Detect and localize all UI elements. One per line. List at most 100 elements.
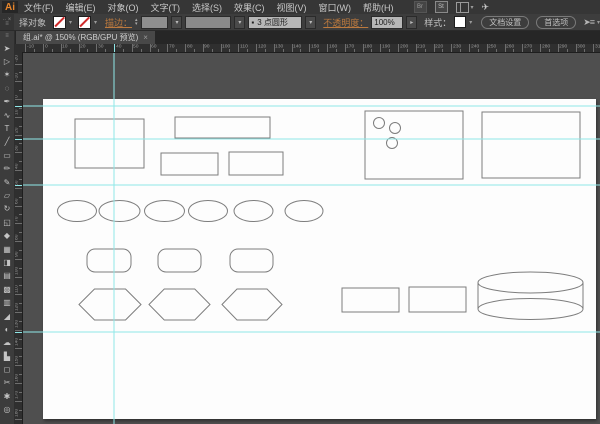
opacity-field[interactable]: 100% [371, 15, 404, 29]
gradient-tool[interactable]: ▥ [0, 296, 14, 309]
rectangle-shape[interactable] [74, 118, 145, 169]
rectangle-shape[interactable] [174, 116, 271, 139]
fill-swatch-none[interactable] [52, 15, 66, 29]
menu-item-7[interactable]: 视图(V) [271, 0, 313, 14]
tools-panel-grip-icon[interactable]: ≡ [5, 30, 9, 42]
stock-icon[interactable]: St [434, 1, 448, 13]
line-segment-tool[interactable]: ╱ [0, 136, 14, 149]
stroke-weight-field[interactable] [140, 15, 169, 29]
stroke-weight-dropdown[interactable]: ▾ [171, 15, 183, 29]
brush-dropdown[interactable]: ▾ [305, 15, 317, 29]
ruler-tick [14, 400, 22, 402]
stroke-panel-link[interactable]: 描边： [105, 16, 132, 29]
ruler-tick [158, 49, 160, 52]
ruler-tick [495, 49, 497, 52]
document-title: 组.ai* @ 150% (RGB/GPU 预览) [23, 32, 139, 42]
preferences-button[interactable]: 首选项 [536, 15, 577, 29]
column-graph-tool[interactable]: ▙ [0, 350, 14, 363]
menu-item-3[interactable]: 对象(O) [102, 0, 145, 14]
rectangle-tool[interactable]: ▭ [0, 149, 14, 162]
rectangle-shape[interactable] [481, 111, 581, 179]
circle-shape[interactable] [373, 117, 385, 129]
perspective-grid-tool[interactable]: ▤ [0, 270, 14, 283]
canvas[interactable] [22, 52, 600, 424]
rounded-rectangle-shape[interactable] [229, 248, 274, 273]
document-tab[interactable]: 组.ai* @ 150% (RGB/GPU 预览) × [16, 30, 155, 44]
menu-item-4[interactable]: 文字(T) [145, 0, 187, 14]
opacity-panel-link[interactable]: 不透明度： [323, 16, 368, 29]
hexagon-shape[interactable] [148, 288, 211, 321]
ellipse-shape[interactable] [98, 200, 141, 222]
menu-item-8[interactable]: 窗口(W) [313, 0, 358, 14]
shape-builder-tool[interactable]: ◨ [0, 256, 14, 269]
rectangle-shape[interactable] [341, 287, 400, 313]
zoom-tool[interactable]: ◎ [0, 404, 14, 417]
circle-shape[interactable] [389, 122, 401, 134]
type-tool[interactable]: T [0, 122, 14, 135]
stroke-weight-stepper[interactable]: ▴ ▾ [135, 18, 138, 27]
ellipse-shape[interactable] [284, 200, 324, 222]
share-icon[interactable]: ✈ [482, 2, 490, 13]
width-profile-field[interactable] [185, 15, 232, 29]
chevron-down-icon[interactable]: ▾ [69, 19, 72, 26]
width-tool[interactable]: ◆ [0, 229, 14, 242]
ellipse-shape[interactable] [188, 200, 228, 222]
hexagon-shape[interactable] [78, 288, 142, 321]
stroke-swatch-none[interactable] [77, 15, 91, 29]
tab-close-icon[interactable]: × [143, 33, 148, 42]
menu-item-2[interactable]: 编辑(E) [60, 0, 102, 14]
vertical-ruler[interactable]: -20 -10 0 10 20 30 40 50 60 70 80 90 100 110 120 130 140… [14, 52, 23, 424]
artboard-tool[interactable]: ◻ [0, 363, 14, 376]
workspace-switcher[interactable]: ▾ [455, 1, 474, 13]
menu-item-1[interactable]: 文件(F) [18, 0, 60, 14]
rounded-rectangle-shape[interactable] [157, 248, 202, 273]
rectangle-shape[interactable] [364, 110, 464, 180]
hand-tool[interactable]: ✱ [0, 390, 14, 403]
menu-item-6[interactable]: 效果(C) [228, 0, 271, 14]
eraser-tool[interactable]: ▱ [0, 189, 14, 202]
rectangle-shape[interactable] [408, 286, 467, 313]
bridge-icon[interactable]: Br [413, 1, 427, 13]
style-swatch[interactable] [454, 16, 467, 28]
ruler-tick [43, 44, 44, 52]
horizontal-ruler[interactable]: -10 0 10 20 30 40 50 60 70 80 90 100 110 120 130 140 150… [14, 44, 600, 53]
opacity-dropdown[interactable]: ▸ [406, 15, 418, 29]
chevron-down-icon[interactable]: ▾ [94, 19, 97, 26]
document-setup-button[interactable]: 文档设置 [481, 15, 530, 29]
blend-tool[interactable]: ◐ [0, 323, 14, 336]
slice-tool[interactable]: ✂ [0, 377, 14, 390]
brush-definition-field[interactable]: ▪ 3 点圆形 [248, 15, 303, 29]
pencil-tool[interactable]: ✎ [0, 176, 14, 189]
panel-grip-icon[interactable]: ∙∙ × ≡ [0, 14, 14, 30]
selection-tool[interactable]: ➤ [0, 42, 14, 55]
curvature-tool[interactable]: ∿ [0, 109, 14, 122]
ellipse-shape[interactable] [233, 200, 274, 222]
pen-tool[interactable]: ✒ [0, 96, 14, 109]
ellipse-shape[interactable] [57, 200, 97, 222]
menu-item-5[interactable]: 选择(S) [186, 0, 228, 14]
select-similar-icon[interactable]: ➤≡ [583, 17, 595, 28]
ruler-tick [548, 49, 550, 52]
ruler-tick [51, 49, 53, 52]
direct-selection-tool[interactable]: ▷ [0, 55, 14, 68]
lasso-tool[interactable]: ◌ [0, 82, 14, 95]
rectangle-shape[interactable] [160, 152, 219, 176]
eyedropper-tool[interactable]: ◢ [0, 310, 14, 323]
magic-wand-tool[interactable]: ✶ [0, 69, 14, 82]
symbol-sprayer-tool[interactable]: ☁ [0, 337, 14, 350]
mesh-tool[interactable]: ▩ [0, 283, 14, 296]
width-profile-dropdown[interactable]: ▾ [234, 15, 246, 29]
ruler-tick [87, 49, 89, 52]
cylinder-top-ellipse[interactable] [477, 271, 584, 294]
scale-tool[interactable]: ◱ [0, 216, 14, 229]
rotate-tool[interactable]: ↻ [0, 203, 14, 216]
cylinder-bottom-ellipse[interactable] [477, 298, 584, 320]
chevron-down-icon[interactable]: ▾ [469, 19, 472, 26]
hexagon-shape[interactable] [221, 288, 283, 321]
menu-item-9[interactable]: 帮助(H) [357, 0, 400, 14]
ellipse-shape[interactable] [144, 200, 185, 222]
rectangle-shape[interactable] [228, 151, 284, 176]
free-transform-tool[interactable]: ▦ [0, 243, 14, 256]
paintbrush-tool[interactable]: ✏ [0, 163, 14, 176]
rounded-rectangle-shape[interactable] [86, 248, 132, 273]
